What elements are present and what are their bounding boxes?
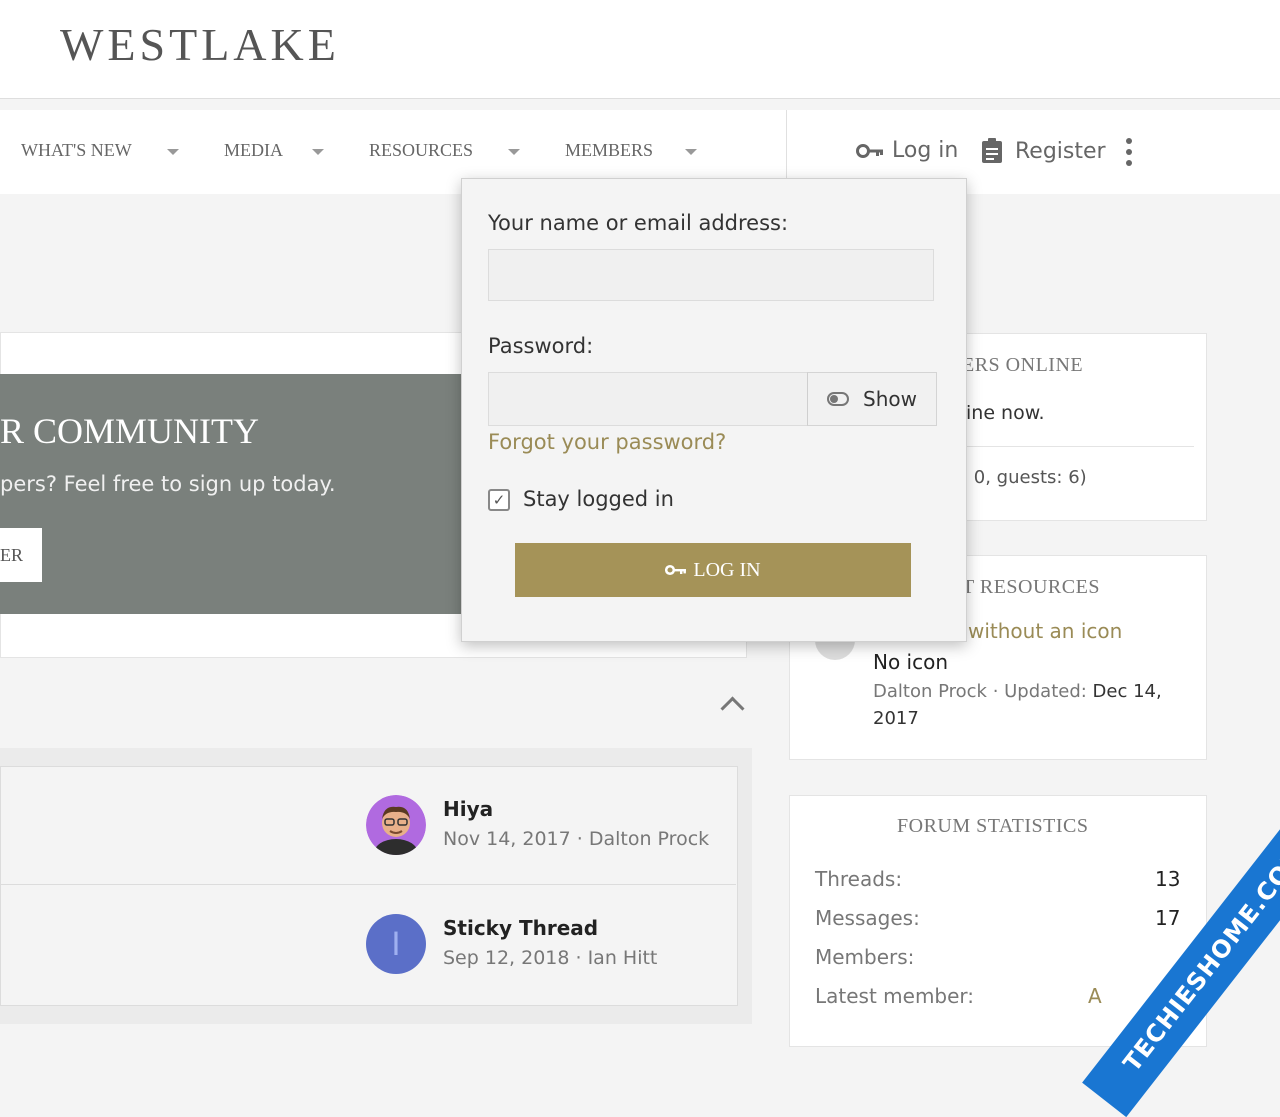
chevron-down-icon[interactable] <box>312 149 324 155</box>
stat-value: 17 <box>1155 906 1181 930</box>
stat-label: Latest member: <box>815 984 975 1008</box>
stay-logged-in-label[interactable]: Stay logged in <box>523 487 674 511</box>
register-button[interactable]: ER <box>0 528 42 582</box>
toggle-icon <box>827 392 850 406</box>
chevron-down-icon[interactable] <box>508 149 520 155</box>
stat-label: Messages: <box>815 906 920 930</box>
latest-member-link[interactable]: A <box>1088 984 1102 1008</box>
show-label: Show <box>863 387 917 411</box>
chevron-down-icon[interactable] <box>685 149 697 155</box>
show-password-button[interactable]: Show <box>807 372 937 426</box>
online-counts: : 0, guests: 6) <box>962 467 1087 488</box>
nav-item-whats-new[interactable]: WHAT'S NEW <box>21 140 132 161</box>
stat-label: Threads: <box>815 867 903 891</box>
more-menu-icon[interactable] <box>1124 138 1134 168</box>
clipboard-icon <box>982 138 1002 163</box>
resource-date: Dec 14, <box>1092 681 1162 702</box>
resource-year: 2017 <box>873 708 919 729</box>
register-link[interactable]: Register <box>981 138 1106 164</box>
login-submit-button[interactable]: LOG IN <box>515 543 911 597</box>
resource-link[interactable]: without an icon <box>968 619 1122 643</box>
register-label: Register <box>1015 138 1106 164</box>
resource-meta: Dalton Prock · Updated: Dec 14, <box>873 681 1162 702</box>
nav-item-resources[interactable]: RESOURCES <box>369 140 473 161</box>
block-title: ERS ONLINE <box>962 354 1084 376</box>
thread-list <box>0 766 738 1006</box>
site-logo[interactable]: WESTLAKE <box>60 18 340 71</box>
login-button-label: LOG IN <box>693 558 761 581</box>
divider <box>0 884 736 885</box>
login-link[interactable]: Log in <box>856 138 958 163</box>
stat-label: Members: <box>815 945 915 969</box>
block-title: T RESOURCES <box>962 576 1100 598</box>
thread-meta: Nov 14, 2017 · Dalton Prock <box>443 828 710 850</box>
resource-author[interactable]: Dalton Prock · Updated: <box>873 681 1093 702</box>
stay-logged-in-checkbox[interactable]: ✓ <box>488 489 510 511</box>
banner-subtitle: pers? Feel free to sign up today. <box>0 472 336 496</box>
key-icon <box>856 143 883 158</box>
thread-title[interactable]: Hiya <box>443 797 493 821</box>
avatar[interactable]: I <box>366 914 426 974</box>
thread-title[interactable]: Sticky Thread <box>443 916 598 940</box>
forgot-password-link[interactable]: Forgot your password? <box>488 430 726 454</box>
thread-meta: Sep 12, 2018 · Ian Hitt <box>443 947 658 969</box>
collapse-icon[interactable] <box>720 696 745 721</box>
password-label: Password: <box>488 334 594 358</box>
resource-title[interactable]: No icon <box>873 650 948 674</box>
password-input[interactable] <box>488 372 808 426</box>
nav-item-members[interactable]: MEMBERS <box>565 140 653 161</box>
name-label: Your name or email address: <box>488 211 789 235</box>
key-icon <box>665 564 687 576</box>
avatar[interactable] <box>366 795 426 855</box>
banner-title: R COMMUNITY <box>0 411 260 451</box>
login-label: Log in <box>892 138 959 163</box>
online-text: ine now. <box>966 402 1045 424</box>
stat-value: 13 <box>1155 867 1181 891</box>
block-title: FORUM STATISTICS <box>897 815 1089 837</box>
chevron-down-icon[interactable] <box>167 149 179 155</box>
username-input[interactable] <box>488 249 934 301</box>
nav-item-media[interactable]: MEDIA <box>224 140 283 161</box>
